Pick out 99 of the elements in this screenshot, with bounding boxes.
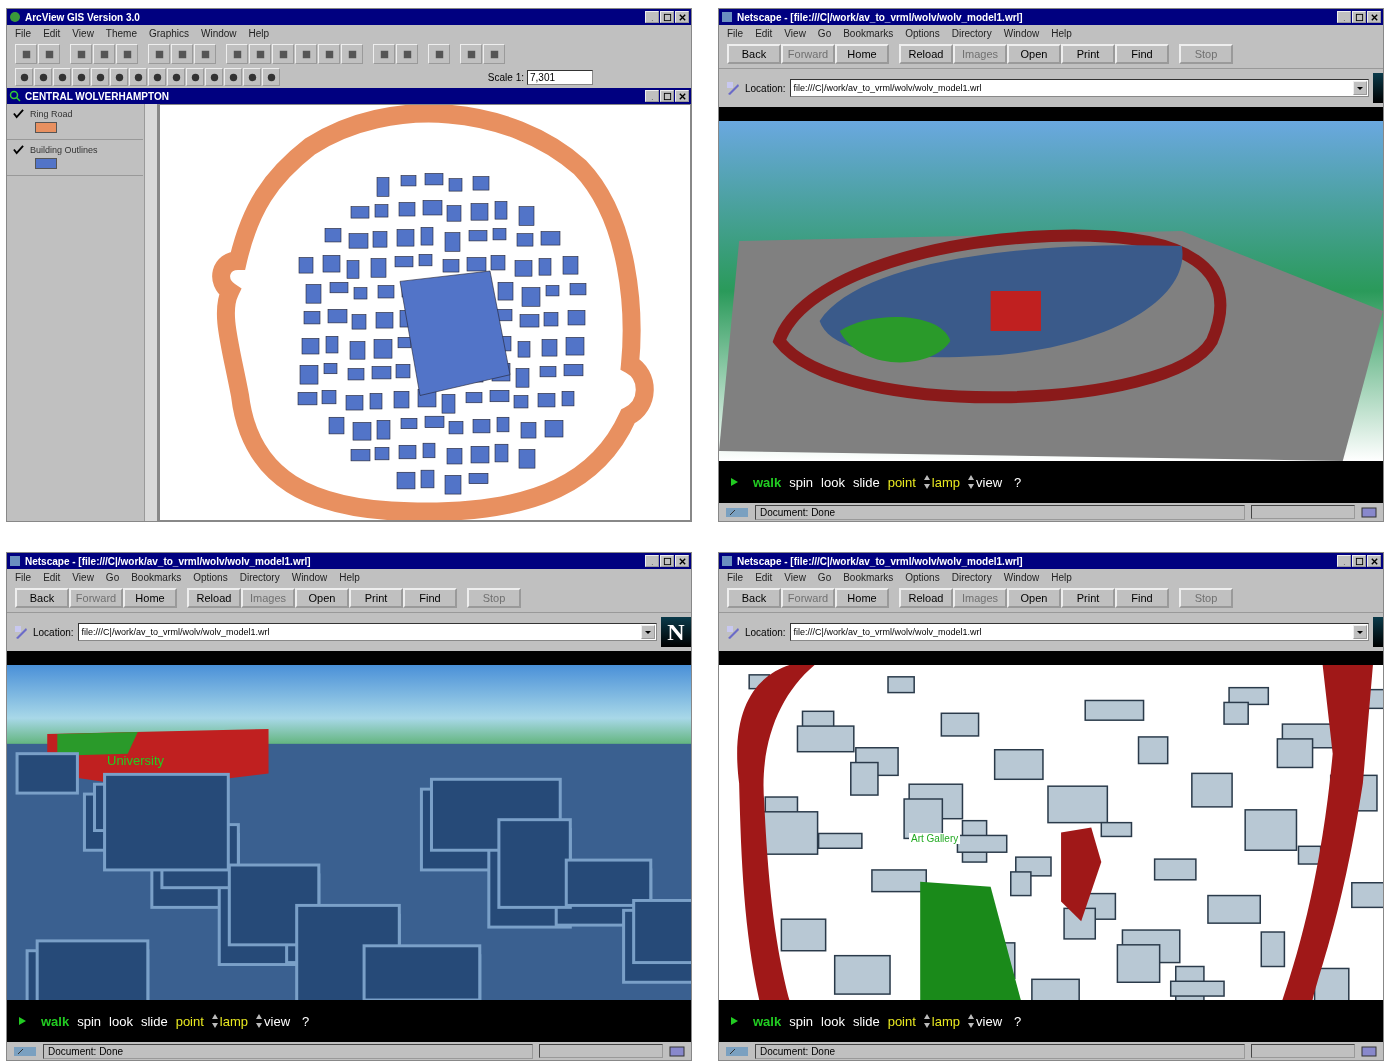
toolbar-button[interactable]: Find bbox=[1115, 44, 1169, 64]
navigation-mode[interactable]: point bbox=[887, 474, 916, 490]
navigation-mode[interactable]: walk bbox=[753, 474, 782, 490]
navigation-mode[interactable]: slide bbox=[852, 1013, 880, 1029]
legend-item[interactable]: Building Outlines bbox=[7, 140, 143, 176]
navigation-toggle[interactable]: lamp bbox=[211, 1013, 249, 1029]
menu-item[interactable]: Edit bbox=[43, 28, 61, 39]
toolbar-button[interactable]: Open bbox=[1007, 588, 1061, 608]
menu-item[interactable]: Directory bbox=[951, 572, 992, 583]
scale-label: Scale 1: bbox=[487, 71, 524, 83]
menu-item[interactable]: File bbox=[727, 572, 744, 583]
menu-item[interactable]: Help bbox=[339, 572, 360, 583]
menu-item[interactable]: Directory bbox=[951, 28, 992, 39]
navigation-mode[interactable]: look bbox=[109, 1013, 133, 1029]
menu-item[interactable]: Help bbox=[248, 28, 270, 39]
navigation-mode[interactable]: walk bbox=[41, 1013, 70, 1029]
legend-label: Ring Road bbox=[30, 108, 73, 119]
toolbar-button[interactable]: Find bbox=[403, 588, 457, 608]
toolbar-button[interactable]: Home bbox=[835, 44, 889, 64]
menu-item[interactable]: Options bbox=[905, 28, 940, 39]
navigation-mode[interactable]: look bbox=[821, 1013, 845, 1029]
navigation-toggle[interactable]: lamp bbox=[923, 1013, 961, 1029]
toolbar-button[interactable]: Open bbox=[295, 588, 349, 608]
menu-item[interactable]: Window bbox=[1003, 28, 1040, 39]
building-label: Art Gallery bbox=[909, 833, 961, 844]
location-label: Location: bbox=[33, 626, 74, 638]
navigation-mode[interactable]: spin bbox=[789, 1013, 814, 1029]
window-title: ArcView GIS Version 3.0 bbox=[25, 11, 140, 23]
menu-item[interactable]: Window bbox=[1003, 572, 1040, 583]
toolbar-button[interactable]: Back bbox=[15, 588, 69, 608]
navigation-mode[interactable]: slide bbox=[140, 1013, 168, 1029]
toolbar-button[interactable]: Print bbox=[1061, 44, 1115, 64]
location-label: Location: bbox=[745, 82, 786, 94]
toolbar-button[interactable]: Home bbox=[123, 588, 177, 608]
menu-item[interactable]: Go bbox=[817, 572, 832, 583]
building-label: University bbox=[107, 753, 165, 768]
menu-item[interactable]: File bbox=[727, 28, 744, 39]
view-title: CENTRAL WOLVERHAMPTON bbox=[25, 90, 169, 102]
status-text: Document: Done bbox=[755, 504, 1245, 520]
toolbar-button[interactable]: Print bbox=[349, 588, 403, 608]
scale-field[interactable]: 7,301 bbox=[527, 69, 593, 85]
browser-logo: N bbox=[661, 617, 691, 647]
menu-item[interactable]: Bookmarks bbox=[843, 572, 894, 583]
navigation-mode[interactable]: ? bbox=[302, 1013, 310, 1029]
url-field[interactable]: file:///C|/work/av_to_vrml/wolv/wolv_model1.wrl bbox=[789, 623, 1369, 641]
menu-item[interactable]: View bbox=[784, 572, 806, 583]
navigation-mode[interactable]: spin bbox=[789, 474, 814, 490]
window-title: Netscape - [file:///C|/work/av_to_vrml/wolv/wolv_model1.wrl] bbox=[737, 11, 1023, 23]
navigation-toggle[interactable]: view bbox=[968, 474, 1003, 490]
navigation-mode[interactable]: ? bbox=[1014, 1013, 1022, 1029]
toolbar-button[interactable]: Print bbox=[1061, 588, 1115, 608]
legend-label: Building Outlines bbox=[30, 144, 98, 155]
navigation-toggle[interactable]: lamp bbox=[923, 474, 961, 490]
menu-item[interactable]: File bbox=[15, 572, 32, 583]
window-title: Netscape - [file:///C|/work/av_to_vrml/wolv/wolv_model1.wrl] bbox=[737, 555, 1023, 567]
navigation-mode[interactable]: walk bbox=[753, 1013, 782, 1029]
menu-item[interactable]: Bookmarks bbox=[843, 28, 894, 39]
toolbar-button[interactable]: Back bbox=[727, 588, 781, 608]
navigation-mode[interactable]: point bbox=[175, 1013, 204, 1029]
status-text: Document: Done bbox=[755, 1043, 1245, 1059]
navigation-mode[interactable]: look bbox=[821, 474, 845, 490]
legend-item[interactable]: Ring Road bbox=[7, 104, 143, 140]
url-field[interactable]: file:///C|/work/av_to_vrml/wolv/wolv_model1.wrl bbox=[789, 79, 1369, 97]
menu-item[interactable]: Graphics bbox=[149, 28, 189, 39]
toolbar-button[interactable]: Reload bbox=[187, 588, 241, 608]
menu-item[interactable]: Go bbox=[105, 572, 120, 583]
navigation-toggle[interactable]: view bbox=[256, 1013, 291, 1029]
menu-item[interactable]: Theme bbox=[105, 28, 137, 39]
menu-item[interactable]: View bbox=[784, 28, 806, 39]
menu-item[interactable]: Options bbox=[193, 572, 228, 583]
menu-item[interactable]: View bbox=[72, 572, 94, 583]
toolbar-button[interactable]: Home bbox=[835, 588, 889, 608]
toolbar-button[interactable]: Open bbox=[1007, 44, 1061, 64]
url-field[interactable]: file:///C|/work/av_to_vrml/wolv/wolv_model1.wrl bbox=[77, 623, 657, 641]
status-text: Document: Done bbox=[43, 1043, 533, 1059]
location-label: Location: bbox=[745, 626, 786, 638]
menu-item[interactable]: View bbox=[72, 28, 94, 39]
toolbar-button[interactable]: Back bbox=[727, 44, 781, 64]
menu-item[interactable]: Edit bbox=[755, 28, 773, 39]
navigation-mode[interactable]: spin bbox=[77, 1013, 102, 1029]
window-title: Netscape - [file:///C|/work/av_to_vrml/wolv/wolv_model1.wrl] bbox=[25, 555, 311, 567]
menu-item[interactable]: Directory bbox=[239, 572, 280, 583]
menu-item[interactable]: Help bbox=[1051, 572, 1072, 583]
menu-item[interactable]: File bbox=[15, 28, 32, 39]
navigation-toggle[interactable]: view bbox=[968, 1013, 1003, 1029]
toolbar-button[interactable]: Reload bbox=[899, 588, 953, 608]
toolbar-button[interactable]: Find bbox=[1115, 588, 1169, 608]
navigation-mode[interactable]: slide bbox=[852, 474, 880, 490]
menu-item[interactable]: Help bbox=[1051, 28, 1072, 39]
menu-item[interactable]: Edit bbox=[755, 572, 773, 583]
navigation-mode[interactable]: ? bbox=[1014, 474, 1022, 490]
navigation-mode[interactable]: point bbox=[887, 1013, 916, 1029]
menu-item[interactable]: Go bbox=[817, 28, 832, 39]
toolbar-button[interactable]: Reload bbox=[899, 44, 953, 64]
menu-item[interactable]: Edit bbox=[43, 572, 61, 583]
menu-item[interactable]: Options bbox=[905, 572, 940, 583]
menu-item[interactable]: Window bbox=[291, 572, 328, 583]
menu-item[interactable]: Bookmarks bbox=[131, 572, 182, 583]
menu-item[interactable]: Window bbox=[201, 28, 237, 39]
